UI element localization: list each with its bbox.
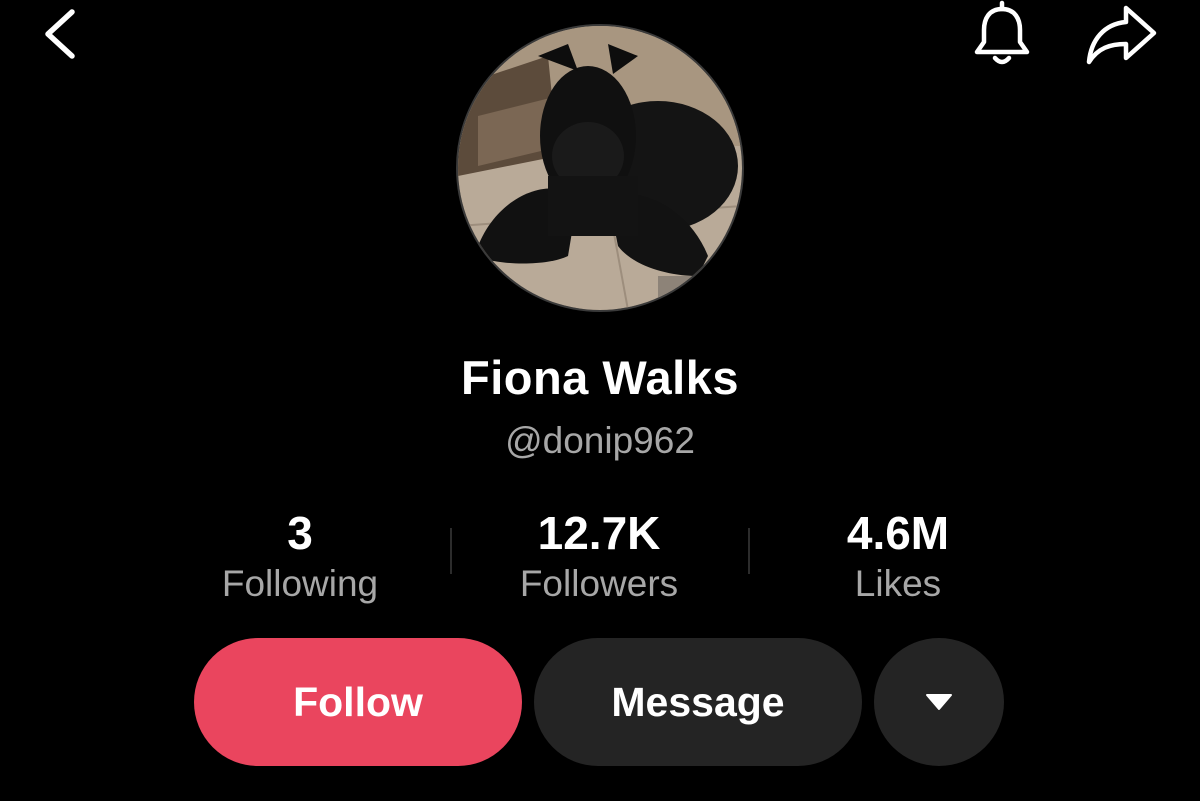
stat-divider — [450, 528, 452, 574]
stat-followers[interactable]: 12.7K Followers — [469, 506, 729, 608]
share-arrow-icon — [1086, 5, 1157, 65]
following-count: 3 — [287, 507, 313, 559]
profile-page: Fiona Walks @donip962 3 Following 12.7K … — [0, 0, 1200, 801]
followers-label: Followers — [519, 563, 679, 604]
stat-divider — [748, 528, 750, 574]
display-name: Fiona Walks — [461, 351, 739, 404]
following-label: Following — [221, 563, 379, 604]
likes-count: 4.6M — [846, 507, 950, 559]
caret-down-icon — [926, 694, 952, 710]
back-button[interactable] — [28, 4, 92, 60]
message-button[interactable]: Message — [534, 638, 862, 766]
stat-following[interactable]: 3 Following — [170, 506, 430, 608]
follow-button[interactable]: Follow — [194, 638, 522, 766]
dog-photo — [458, 26, 742, 310]
likes-label: Likes — [854, 563, 942, 604]
username-handle: @donip962 — [505, 420, 695, 461]
more-options-button[interactable] — [874, 638, 1004, 766]
bell-icon — [974, 0, 1030, 65]
chevron-left-icon — [45, 9, 75, 59]
avatar[interactable] — [456, 24, 744, 312]
notification-button[interactable] — [962, 0, 1042, 70]
followers-count: 12.7K — [537, 507, 661, 559]
share-button[interactable] — [1080, 0, 1164, 70]
stat-likes[interactable]: 4.6M Likes — [768, 506, 1028, 608]
